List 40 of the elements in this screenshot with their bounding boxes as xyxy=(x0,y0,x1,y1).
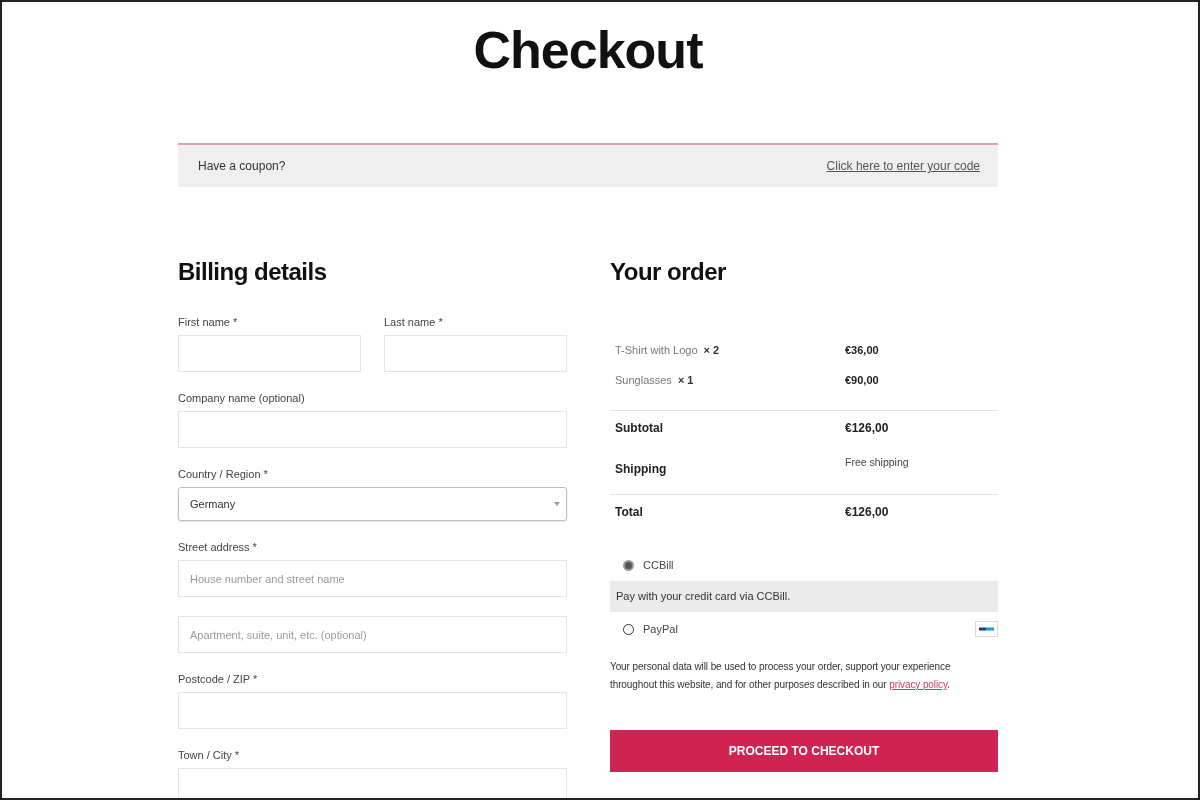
field-label: Country / Region * xyxy=(178,467,268,481)
item-price: €90,00 xyxy=(845,372,879,388)
coupon-prompt-text: Have a coupon? xyxy=(198,158,286,175)
input-field[interactable] xyxy=(178,335,361,372)
caret-down-icon xyxy=(554,502,560,506)
input-field[interactable]: House number and street name xyxy=(178,560,567,597)
field-label: Town / City * xyxy=(178,748,240,762)
radio-button[interactable] xyxy=(623,623,634,635)
checkout-button[interactable]: PROCEED TO CHECKOUT xyxy=(610,730,998,772)
item-quantity: × 2 xyxy=(703,342,720,358)
input-field[interactable]: Apartment, suite, unit, etc. (optional) xyxy=(178,616,567,653)
section-heading: Billing details xyxy=(178,257,327,287)
item-price: €36,00 xyxy=(845,342,879,358)
input-field[interactable] xyxy=(178,692,567,729)
section-heading: Your order xyxy=(610,257,726,287)
input-field[interactable] xyxy=(178,768,567,798)
shipping-label: Shipping xyxy=(614,461,667,478)
item-name: Sunglasses xyxy=(615,372,672,388)
input-field[interactable] xyxy=(384,335,567,372)
radio-button[interactable] xyxy=(623,559,634,571)
total-label: Total xyxy=(614,503,643,521)
field-label: First name * xyxy=(178,315,238,329)
total-value: €126,00 xyxy=(845,419,889,437)
shipping-value: Free shipping xyxy=(845,455,909,470)
field-label: Postcode / ZIP * xyxy=(178,672,258,686)
coupon-link[interactable]: Click here to enter your code xyxy=(826,157,980,175)
field-label: Last name * xyxy=(384,315,443,329)
total-value: €126,00 xyxy=(845,503,889,521)
item-quantity: × 1 xyxy=(677,372,694,388)
item-name: T-Shirt with Logo xyxy=(615,342,698,358)
payment-method-label: PayPal xyxy=(643,621,678,637)
payment-description: Pay with your credit card via CCBill. xyxy=(610,581,998,612)
page-title: Checkout xyxy=(473,20,703,80)
total-label: Subtotal xyxy=(614,419,663,437)
input-field[interactable] xyxy=(178,411,567,448)
select-field[interactable]: Germany xyxy=(178,487,567,521)
privacy-notice-text: Your personal data will be used to process your order, support your experience throughout this website, and for other purposes described in our privacy policy. xyxy=(610,660,952,692)
field-label: Company name (optional) xyxy=(178,391,305,405)
payment-method-label: CCBill xyxy=(643,557,674,573)
field-label: Street address * xyxy=(178,540,257,554)
